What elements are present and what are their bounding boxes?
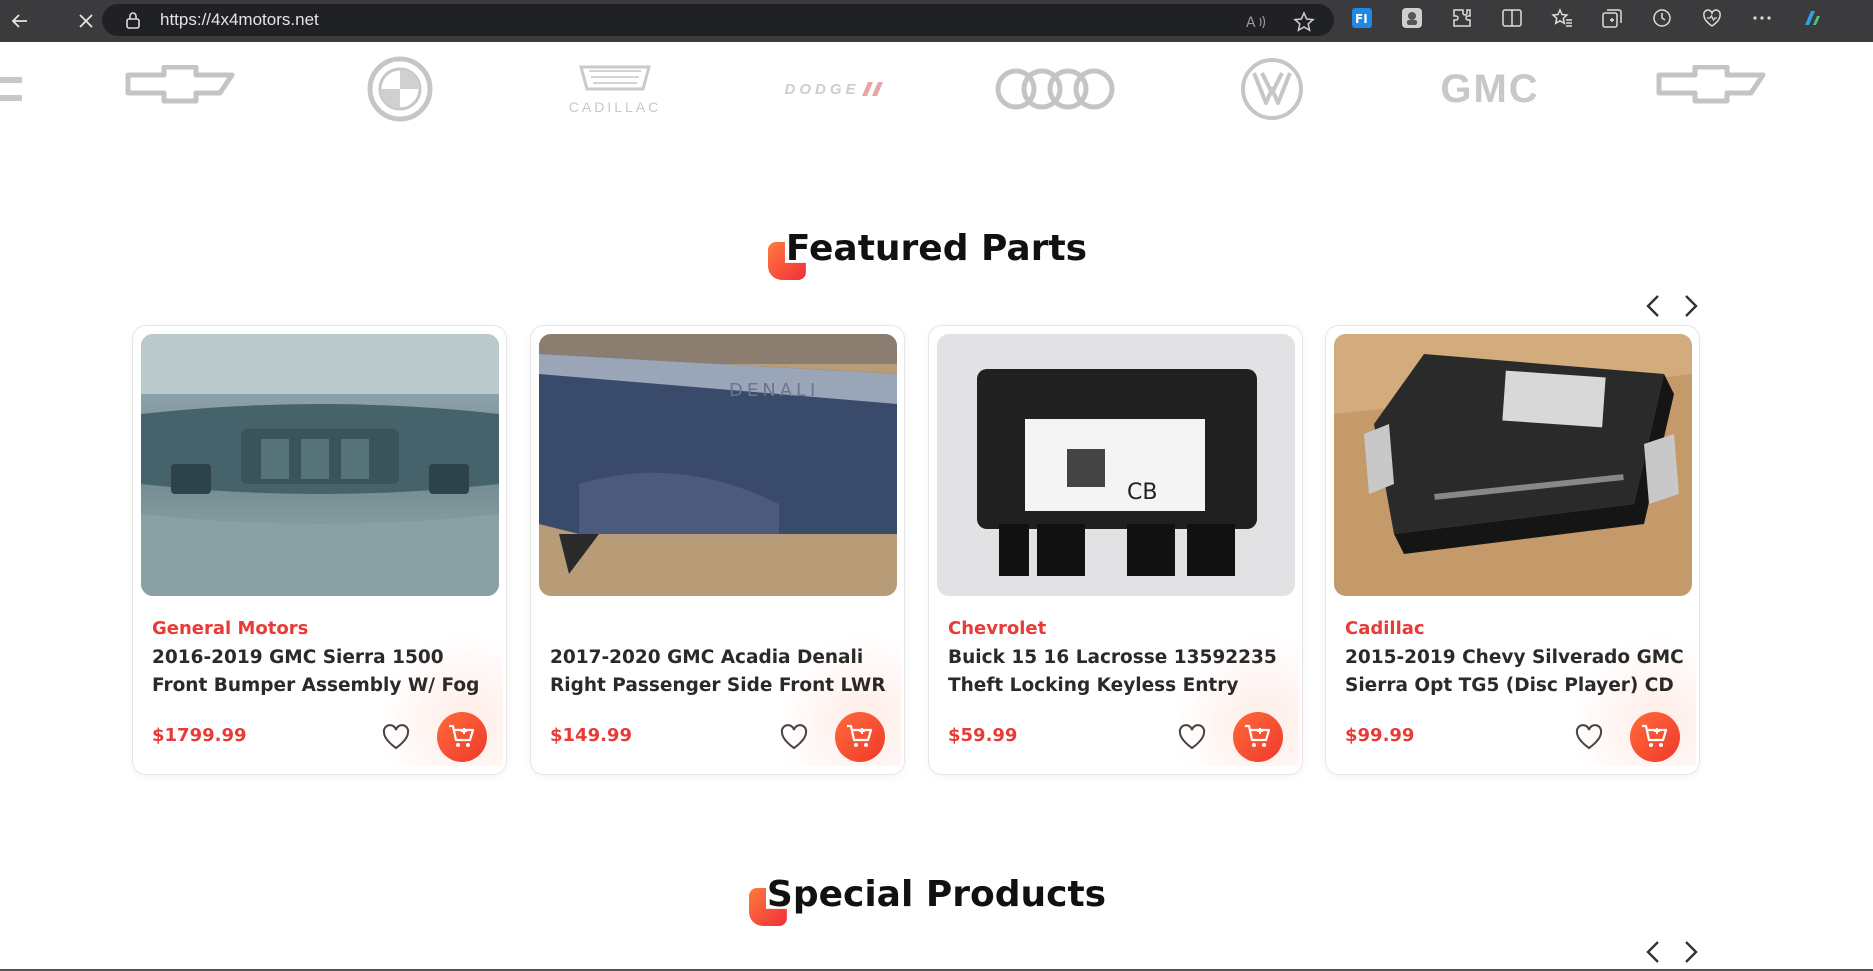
gmc-wordmark: GMC xyxy=(1440,66,1540,111)
favorites-icon[interactable] xyxy=(1550,6,1574,30)
special-products-title: Special Products xyxy=(766,874,1107,915)
address-bar[interactable]: https://4x4motors.net A xyxy=(102,4,1334,36)
svg-text:A: A xyxy=(1246,15,1256,31)
product-price: $59.99 xyxy=(948,725,1018,746)
bmw-logo[interactable]: BMW xyxy=(360,56,440,122)
svg-text:CB: CB xyxy=(1127,480,1157,505)
cart-icon xyxy=(1245,724,1271,747)
special-next-button[interactable] xyxy=(1680,938,1702,966)
cadillac-wordmark: CADILLAC xyxy=(568,99,662,115)
browser-toolbar: https://4x4motors.net A FI xyxy=(0,0,1873,42)
extension-fi-icon[interactable]: FI xyxy=(1350,6,1374,30)
back-button[interactable] xyxy=(0,0,40,42)
product-card[interactable]: CB Chevrolet Buick 15 16 Lacrosse 135922… xyxy=(928,325,1303,775)
featured-prev-button[interactable] xyxy=(1642,292,1664,320)
history-icon[interactable] xyxy=(1650,6,1674,30)
extensions-icon[interactable] xyxy=(1450,6,1474,30)
partial-logo-left[interactable] xyxy=(0,56,26,122)
product-image-bumper[interactable] xyxy=(141,334,499,596)
special-products-heading: Special Products xyxy=(0,874,1873,926)
wishlist-heart-icon[interactable] xyxy=(1175,720,1209,754)
stop-loading-button[interactable] xyxy=(66,0,106,42)
product-image-door[interactable]: DENALI xyxy=(539,334,897,596)
split-screen-icon[interactable] xyxy=(1500,6,1524,30)
product-name[interactable]: Buick 15 16 Lacrosse 13592235 Theft Lock… xyxy=(948,644,1293,700)
svg-text:DENALI: DENALI xyxy=(729,380,819,401)
collections-icon[interactable] xyxy=(1600,6,1624,30)
read-aloud-icon[interactable]: A xyxy=(1244,10,1268,34)
dodge-logo[interactable]: DODGE xyxy=(770,56,900,122)
product-image-cd-player[interactable] xyxy=(1334,334,1692,596)
lock-icon[interactable] xyxy=(124,11,142,29)
featured-carousel-arrows xyxy=(1642,292,1702,320)
add-to-cart-button[interactable] xyxy=(835,712,885,762)
wishlist-heart-icon[interactable] xyxy=(777,720,811,754)
copilot-icon[interactable] xyxy=(1800,6,1824,30)
add-to-cart-button[interactable] xyxy=(1233,712,1283,762)
browser-essentials-icon[interactable] xyxy=(1700,6,1724,30)
product-brand[interactable]: General Motors xyxy=(152,618,308,639)
product-price: $149.99 xyxy=(550,725,632,746)
special-carousel-arrows xyxy=(1642,938,1702,966)
cadillac-logo[interactable]: CADILLAC xyxy=(550,56,680,122)
url-text[interactable]: https://4x4motors.net xyxy=(160,10,319,30)
product-image-control-module[interactable]: CB xyxy=(937,334,1295,596)
product-brand[interactable]: Chevrolet xyxy=(948,618,1046,639)
featured-next-button[interactable] xyxy=(1680,292,1702,320)
favorite-star-icon[interactable] xyxy=(1292,10,1316,34)
svg-text:BMW: BMW xyxy=(392,61,407,68)
svg-text:FI: FI xyxy=(1355,12,1368,26)
product-card[interactable]: Cadillac 2015-2019 Chevy Silverado GMC S… xyxy=(1325,325,1700,775)
wishlist-heart-icon[interactable] xyxy=(1572,720,1606,754)
featured-parts-heading: Featured Parts xyxy=(0,228,1873,280)
dodge-wordmark: DODGE xyxy=(784,80,860,98)
volkswagen-logo[interactable] xyxy=(1232,56,1312,122)
chevrolet-logo[interactable] xyxy=(115,56,245,122)
product-price: $1799.99 xyxy=(152,725,247,746)
brand-logo-strip: BMW CADILLAC DODGE GMC xyxy=(0,42,1873,142)
gmc-logo[interactable]: GMC xyxy=(1420,56,1560,122)
add-to-cart-button[interactable] xyxy=(1630,712,1680,762)
audi-logo[interactable] xyxy=(990,56,1120,122)
wishlist-heart-icon[interactable] xyxy=(379,720,413,754)
product-card[interactable]: DENALI 2017-2020 GMC Acadia Denali Right… xyxy=(530,325,905,775)
add-to-cart-button[interactable] xyxy=(437,712,487,762)
product-price: $99.99 xyxy=(1345,725,1415,746)
product-name[interactable]: 2016-2019 GMC Sierra 1500 Front Bumper A… xyxy=(152,644,497,700)
cart-icon xyxy=(847,724,873,747)
extension-puzzle-app-icon[interactable] xyxy=(1400,6,1424,30)
cart-icon xyxy=(1642,724,1668,747)
product-name[interactable]: 2017-2020 GMC Acadia Denali Right Passen… xyxy=(550,644,895,700)
product-brand[interactable]: Cadillac xyxy=(1345,618,1425,639)
special-prev-button[interactable] xyxy=(1642,938,1664,966)
product-card[interactable]: General Motors 2016-2019 GMC Sierra 1500… xyxy=(132,325,507,775)
product-name[interactable]: 2015-2019 Chevy Silverado GMC Sierra Opt… xyxy=(1345,644,1690,700)
cart-icon xyxy=(449,724,475,747)
more-menu-icon[interactable] xyxy=(1750,6,1774,30)
chevrolet-logo-2[interactable] xyxy=(1646,56,1776,122)
featured-parts-title: Featured Parts xyxy=(785,228,1088,269)
